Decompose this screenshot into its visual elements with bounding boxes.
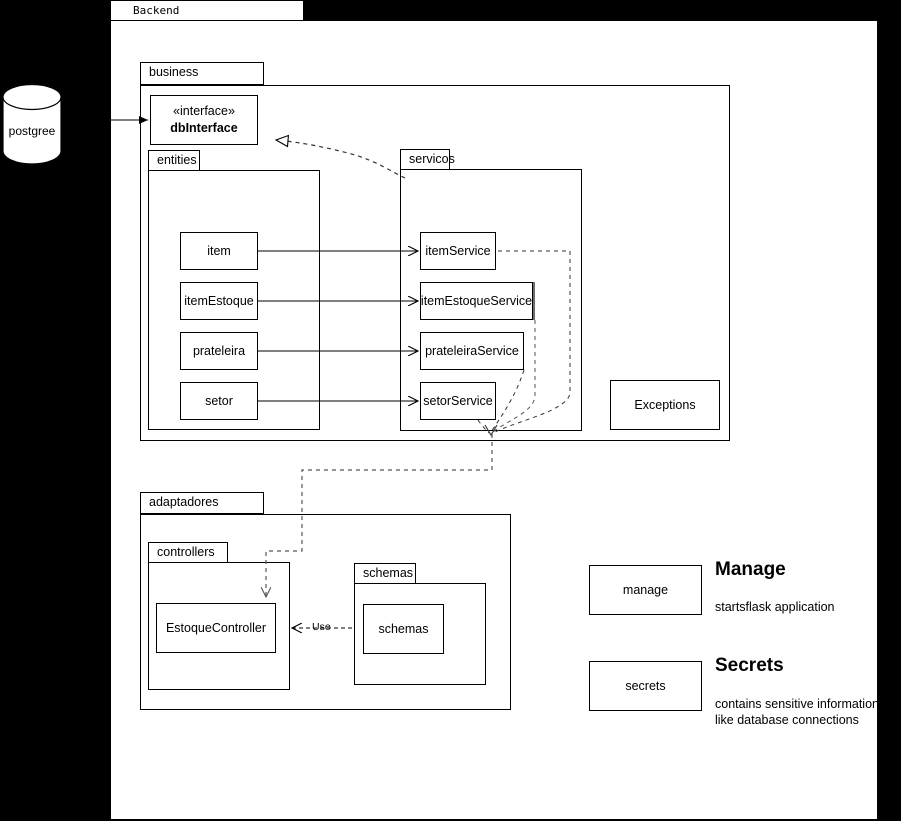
edge-setorservice-dependency xyxy=(477,419,490,434)
connector-layer xyxy=(88,116,571,821)
edge-services-to-estoquecontroller xyxy=(266,434,493,597)
edge-itemservice-dependency xyxy=(494,250,571,433)
edge-itemestoqueservice-dependency xyxy=(492,320,536,433)
edge-services-realize-dbinterface xyxy=(276,140,406,179)
diagram-canvas: Backend postgree business «interface» db… xyxy=(0,0,901,821)
